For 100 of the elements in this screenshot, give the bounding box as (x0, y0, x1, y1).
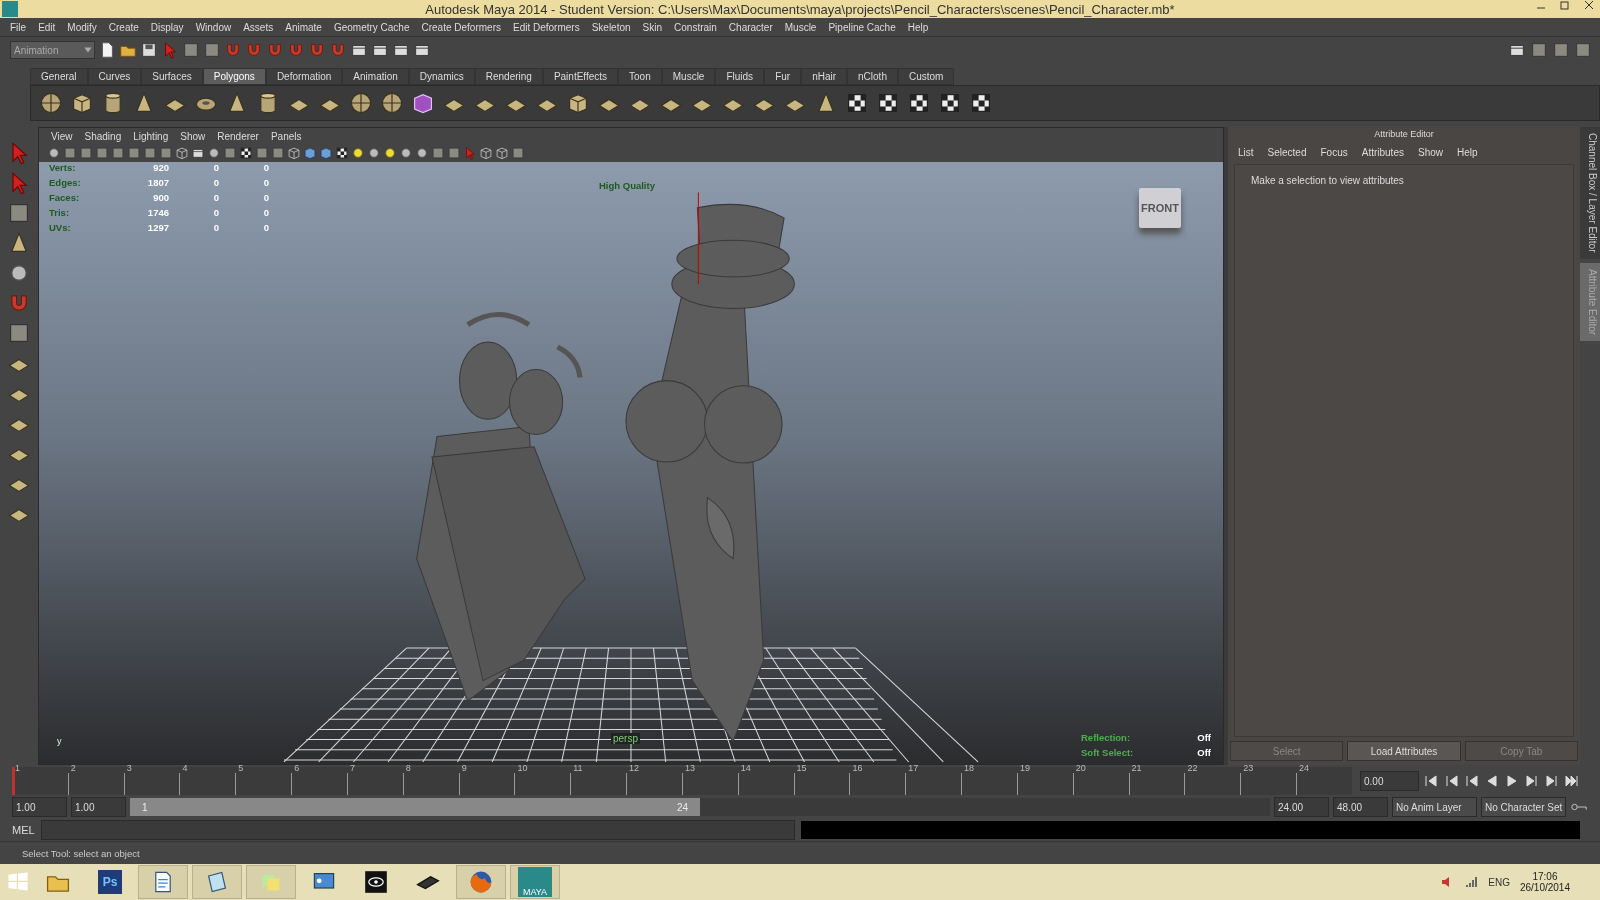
menu-item[interactable]: Character (722, 21, 779, 33)
menu-item[interactable]: Constrain (668, 21, 723, 33)
shelf-tab[interactable]: Polygons (202, 68, 266, 85)
view-cube[interactable]: FRONT (1139, 188, 1181, 228)
shelf-tab[interactable]: Fluids (715, 68, 765, 85)
ball-icon[interactable] (47, 146, 61, 160)
playback-end-field[interactable]: 24.00 (1274, 797, 1329, 817)
command-language-label[interactable]: MEL (12, 824, 35, 836)
side-tab[interactable]: Channel Box / Layer Editor (1580, 127, 1600, 259)
wireframe-cube-icon[interactable] (495, 146, 509, 160)
anim-layer-dropdown[interactable]: No Anim Layer (1392, 797, 1477, 817)
menu-item[interactable]: Display (144, 21, 190, 33)
menu-item[interactable]: Create (102, 21, 145, 33)
menu-item[interactable]: Edit (32, 21, 62, 33)
time-slider[interactable]: 1 2 3 4 5 6 7 8 9 10 11 12 13 14 15 16 17 18 19 20 21 22 23 24 (12, 767, 1352, 795)
shelf-tab[interactable]: nHair (801, 68, 848, 85)
ball-icon[interactable] (207, 146, 221, 160)
sphere-icon[interactable] (380, 91, 404, 115)
light-bulb-icon[interactable] (383, 146, 397, 160)
checker-icon[interactable] (907, 91, 931, 115)
menu-item[interactable]: File (4, 21, 33, 33)
checker-icon[interactable] (876, 91, 900, 115)
menu-item[interactable]: Pipeline Cache (822, 21, 902, 33)
ball-icon[interactable] (415, 146, 429, 160)
maya-icon[interactable]: MAYA (518, 867, 552, 897)
eye-icon[interactable] (364, 870, 388, 894)
taskbar-app[interactable]: MAYA (510, 865, 560, 899)
panel-menu-item[interactable]: Attributes (1361, 147, 1404, 158)
cube-icon[interactable] (411, 91, 435, 115)
panel-menu-item[interactable]: Show (1417, 147, 1443, 158)
wireframe-cube-icon[interactable] (479, 146, 493, 160)
save-icon[interactable] (140, 41, 158, 59)
shelf-tab[interactable]: Muscle (661, 68, 716, 85)
viewport-menu-item[interactable]: Shading (78, 130, 128, 142)
end-time-field[interactable]: 48.00 (1333, 797, 1388, 817)
menu-item[interactable]: Edit Deformers (506, 21, 586, 33)
checker-icon[interactable] (239, 146, 253, 160)
playback-icon[interactable] (1443, 774, 1459, 788)
panel-menu-item[interactable]: Focus (1320, 147, 1348, 158)
current-time-field[interactable]: 0.00 (1360, 771, 1419, 791)
playback-icon[interactable] (1523, 774, 1539, 788)
network-icon[interactable] (1464, 875, 1479, 889)
cube-icon[interactable] (303, 146, 317, 160)
shelf-tab[interactable]: Custom (897, 68, 955, 85)
ball-icon[interactable] (367, 146, 381, 160)
photoshop-icon[interactable]: Ps (98, 870, 122, 894)
playback-icon[interactable] (1563, 774, 1579, 788)
panel-button[interactable]: Load Attributes (1347, 741, 1461, 761)
close-icon[interactable] (1584, 0, 1594, 10)
sphere-icon[interactable] (39, 91, 63, 115)
sphere-icon[interactable] (349, 91, 373, 115)
shelf-tab[interactable]: Animation (342, 68, 409, 85)
shelf-tab[interactable]: Toon (618, 68, 662, 85)
menu-item[interactable]: Modify (61, 21, 103, 33)
language-indicator[interactable]: ENG (1488, 876, 1510, 888)
shelf-tab[interactable]: Surfaces (141, 68, 203, 85)
panel-menu-item[interactable]: Help (1457, 147, 1478, 158)
panel-menu-item[interactable]: Selected (1267, 147, 1307, 158)
command-input-field[interactable] (40, 820, 795, 840)
panel-menu-item[interactable]: List (1238, 147, 1254, 158)
menu-item[interactable]: Window (189, 21, 238, 33)
shelf-tab[interactable]: Rendering (474, 68, 543, 85)
cube-icon[interactable] (319, 146, 333, 160)
viewport-menu-item[interactable]: Panels (264, 130, 308, 142)
menu-item[interactable]: Assets (237, 21, 280, 33)
clock[interactable]: 17:06 26/10/2014 (1519, 871, 1570, 893)
checker-icon[interactable] (969, 91, 993, 115)
browser-icon[interactable] (468, 869, 494, 895)
restore-icon[interactable] (1560, 0, 1570, 10)
light-bulb-icon[interactable] (351, 146, 365, 160)
menu-item[interactable]: Help (901, 21, 935, 33)
checker-icon[interactable] (938, 91, 962, 115)
shelf-tab[interactable]: Curves (87, 68, 142, 85)
start-time-field[interactable]: 1.00 (12, 797, 67, 817)
character-set-dropdown[interactable]: No Character Set (1481, 797, 1566, 817)
cube-icon[interactable] (566, 91, 590, 115)
shelf-tab[interactable]: Fur (764, 68, 802, 85)
viewport-menu-item[interactable]: Show (174, 130, 212, 142)
viewport-menu-item[interactable]: Lighting (127, 130, 175, 142)
menu-item[interactable]: Skin (636, 21, 669, 33)
playback-icon[interactable] (1423, 774, 1439, 788)
wireframe-cube-icon[interactable] (175, 146, 189, 160)
notepad-icon[interactable] (205, 870, 229, 894)
shelf-tab[interactable]: nCloth (847, 68, 898, 85)
playback-icon[interactable] (1543, 774, 1559, 788)
menu-item[interactable]: Create Deformers (415, 21, 507, 33)
menu-item[interactable]: Animate (279, 21, 328, 33)
ball-icon[interactable] (399, 146, 413, 160)
viewport-menu-item[interactable]: View (45, 130, 79, 142)
shelf-tab[interactable]: Deformation (265, 68, 343, 85)
playback-icon[interactable] (1463, 774, 1479, 788)
shelf-tab[interactable]: General (30, 68, 88, 85)
taskbar-app[interactable]: Ps (86, 866, 134, 898)
checker-icon[interactable] (845, 91, 869, 115)
cube-icon[interactable] (70, 91, 94, 115)
checker-icon[interactable] (335, 146, 349, 160)
menu-item[interactable]: Skeleton (585, 21, 637, 33)
wireframe-cube-icon[interactable] (287, 146, 301, 160)
film-icon[interactable] (191, 146, 205, 160)
shelf-tab[interactable]: Dynamics (408, 68, 475, 85)
